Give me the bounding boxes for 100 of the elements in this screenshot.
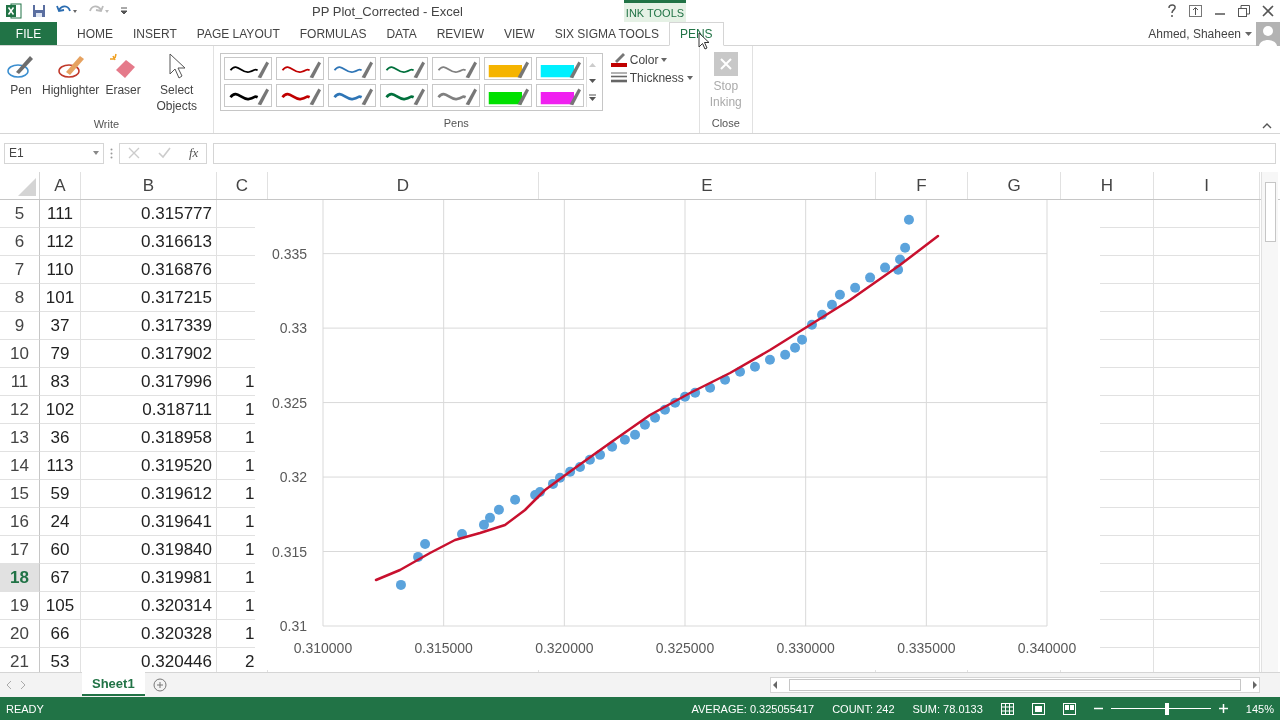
pen-color-icon	[610, 53, 627, 67]
data-point	[548, 478, 558, 489]
horizontal-scrollbar[interactable]	[770, 677, 1260, 693]
axis-tick-label: 0.33	[279, 320, 307, 337]
column-header[interactable]: B	[81, 172, 217, 199]
row-header[interactable]: 14	[0, 452, 40, 480]
page-break-icon[interactable]	[1062, 702, 1076, 715]
row-header[interactable]: 9	[0, 312, 40, 340]
column-header[interactable]: F	[876, 172, 968, 199]
data-point	[797, 334, 808, 345]
save-icon[interactable]	[32, 4, 46, 18]
highlighter-swatch[interactable]	[483, 84, 532, 107]
table-cell: 0.316876	[81, 256, 217, 284]
data-point	[880, 262, 891, 273]
column-header[interactable]: E	[539, 172, 876, 199]
close-icon	[719, 58, 732, 70]
axis-tick-label: 0.315000	[414, 640, 473, 656]
column-header[interactable]: H	[1061, 172, 1154, 199]
pen-swatch[interactable]	[223, 57, 272, 80]
highlighter-swatch[interactable]	[535, 84, 584, 107]
vertical-scrollbar[interactable]	[1261, 172, 1278, 672]
column-header[interactable]: C	[217, 172, 268, 199]
axis-tick-label: 0.340000	[1017, 640, 1077, 656]
zoom-in-icon[interactable]	[1218, 704, 1228, 713]
axis-tick-label: 0.335000	[897, 640, 956, 656]
column-header[interactable]: G	[968, 172, 1061, 199]
close-icon[interactable]	[1262, 5, 1274, 17]
ribbon-button[interactable]: Pen	[4, 48, 38, 102]
ribbon-button[interactable]: Select Objects	[144, 48, 209, 118]
data-point	[780, 349, 791, 360]
table-cell: 0.320314	[81, 592, 217, 620]
row-header[interactable]: 7	[0, 256, 40, 284]
table-cell: 0.320328	[81, 620, 217, 648]
add-sheet-icon[interactable]	[152, 678, 167, 692]
color-button[interactable]: Color	[608, 52, 695, 68]
column-header[interactable]: A	[40, 172, 81, 199]
ribbon-button[interactable]: Highlighter	[40, 48, 102, 102]
data-point	[670, 397, 681, 408]
table-cell: 66	[40, 620, 81, 648]
sheet-tab[interactable]: Sheet1	[82, 672, 145, 696]
highlighter-swatch[interactable]	[483, 57, 532, 80]
pen-swatch[interactable]	[327, 57, 376, 80]
pen-swatch[interactable]	[223, 84, 272, 107]
data-point	[826, 299, 837, 310]
data-point	[534, 486, 545, 497]
data-point	[413, 551, 424, 562]
column-header[interactable]: D	[268, 172, 539, 199]
drag-handle-icon[interactable]	[110, 147, 113, 159]
avatar-icon	[1256, 21, 1280, 46]
pen-swatch[interactable]	[275, 84, 324, 107]
pen-swatch[interactable]	[431, 57, 480, 80]
row-header[interactable]: 12	[0, 396, 40, 424]
thickness-button[interactable]: Thickness	[608, 70, 695, 86]
data-point	[493, 504, 504, 515]
row-header[interactable]: 10	[0, 340, 40, 368]
customize-caret-icon[interactable]	[120, 7, 128, 15]
pen-swatch[interactable]	[379, 57, 428, 80]
restore-icon[interactable]	[1238, 5, 1250, 17]
account-name[interactable]: Ahmed, Shaheen	[1148, 26, 1241, 41]
collapse-ribbon-icon[interactable]	[1262, 123, 1272, 129]
row-header[interactable]: 16	[0, 508, 40, 536]
zoom-slider-thumb[interactable]	[1164, 702, 1169, 715]
row-header[interactable]: 20	[0, 620, 40, 648]
table-cell: 102	[40, 396, 81, 424]
row-header[interactable]: 19	[0, 592, 40, 620]
pen-swatch[interactable]	[379, 84, 428, 107]
data-point	[720, 374, 731, 385]
row-header[interactable]: 17	[0, 536, 40, 564]
row-header[interactable]: 8	[0, 284, 40, 312]
row-header[interactable]: 5	[0, 200, 40, 228]
name-box[interactable]: E1	[4, 142, 104, 164]
ribbon-button[interactable]: Eraser	[103, 48, 143, 102]
check-icon[interactable]	[158, 147, 171, 159]
zoom-level[interactable]: 145%	[1245, 702, 1274, 715]
row-header[interactable]: 18	[0, 564, 40, 592]
scroll-right-icon[interactable]	[1251, 681, 1259, 689]
scroll-left-icon[interactable]	[771, 681, 779, 689]
table-cell: 0.317215	[81, 284, 217, 312]
row-header[interactable]: 11	[0, 368, 40, 396]
data-point	[705, 382, 716, 393]
column-header[interactable]: I	[1154, 172, 1260, 199]
pen-swatch[interactable]	[431, 84, 480, 107]
status-sum: SUM: 78.0133	[912, 702, 983, 715]
normal-view-icon[interactable]	[1000, 702, 1014, 715]
pen-swatch[interactable]	[327, 84, 376, 107]
data-point	[806, 319, 817, 330]
insert-function-button[interactable]: fx	[189, 145, 199, 161]
ribbon-display-icon[interactable]	[1189, 5, 1202, 17]
data-point	[575, 461, 585, 472]
pen-swatch[interactable]	[275, 57, 324, 80]
row-header[interactable]: 13	[0, 424, 40, 452]
file-tab[interactable]: FILE	[0, 22, 57, 45]
row-header[interactable]: 15	[0, 480, 40, 508]
page-layout-icon[interactable]	[1031, 702, 1045, 715]
row-header[interactable]: 6	[0, 228, 40, 256]
table-cell: 110	[40, 256, 81, 284]
table-cell: 0.319612	[81, 480, 217, 508]
help-icon[interactable]	[1167, 4, 1177, 18]
highlighter-swatch[interactable]	[535, 57, 584, 80]
formula-input[interactable]	[213, 142, 1276, 164]
